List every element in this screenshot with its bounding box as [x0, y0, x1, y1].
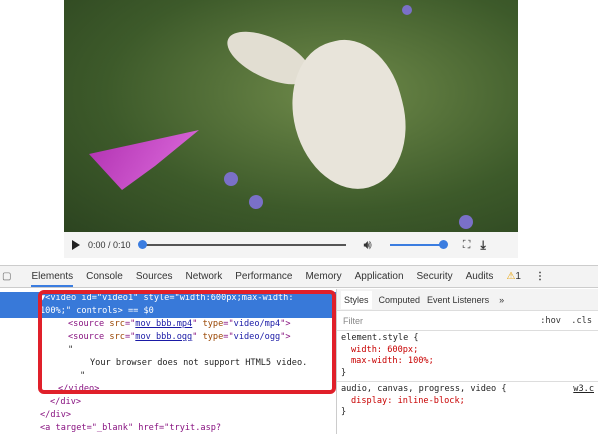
hov-button[interactable]: :hov [540, 316, 561, 326]
tree-node-a[interactable]: <a target="_blank" href="tryit.asp? [0, 422, 336, 435]
tab-memory[interactable]: Memory [305, 271, 341, 282]
tab-computed[interactable]: Computed [379, 295, 421, 305]
volume-slider[interactable] [389, 240, 448, 249]
tab-sources[interactable]: Sources [136, 271, 173, 282]
video-content [89, 130, 199, 190]
video-content [249, 195, 263, 209]
more-tabs-icon[interactable]: » [499, 295, 504, 305]
highlight-box [38, 290, 336, 394]
tab-performance[interactable]: Performance [235, 271, 292, 282]
tab-styles[interactable]: Styles [341, 290, 372, 309]
warning-icon[interactable]: ⚠1 [506, 271, 521, 282]
download-icon[interactable]: ⤓ [480, 238, 485, 253]
style-property[interactable]: display: inline-block; [341, 396, 594, 408]
video-frame[interactable] [64, 0, 518, 232]
time-display: 0:00 / 0:10 [88, 240, 131, 250]
style-property[interactable]: max-width: 100%; [341, 356, 594, 368]
tree-node-div-close[interactable]: </div> [0, 409, 336, 422]
tab-application[interactable]: Application [355, 271, 404, 282]
video-controls: 0:00 / 0:10 🔊︎ ⛶ ⤓ [64, 232, 518, 258]
video-content [224, 172, 238, 186]
style-rule-selector: audio, canvas, progress, video { [341, 384, 507, 394]
tab-console[interactable]: Console [86, 271, 123, 282]
fullscreen-icon[interactable]: ⛶ [463, 239, 471, 252]
style-rule-close: } [341, 407, 347, 417]
cls-button[interactable]: .cls [571, 316, 592, 326]
seek-slider[interactable] [137, 240, 346, 249]
more-menu-icon[interactable]: ⋮ [535, 271, 545, 282]
tab-event-listeners[interactable]: Event Listeners [427, 295, 489, 305]
video-content [459, 215, 473, 229]
video-content [402, 5, 412, 15]
tab-security[interactable]: Security [417, 271, 453, 282]
stylesheet-link[interactable]: w3.c [573, 384, 594, 396]
devtools-tabbar: ▢ Elements Console Sources Network Perfo… [0, 265, 598, 288]
tab-network[interactable]: Network [186, 271, 223, 282]
tab-elements[interactable]: Elements [31, 271, 74, 287]
play-icon[interactable] [72, 240, 80, 250]
style-rule-close: } [341, 367, 347, 378]
style-property[interactable]: width: 600px; [341, 345, 594, 357]
inspect-icon[interactable]: ▢ [2, 271, 11, 282]
volume-icon[interactable]: 🔊︎ [364, 237, 372, 253]
tree-node-div-close[interactable]: </div> [0, 396, 336, 409]
style-rule-selector: element.style { [341, 333, 419, 343]
styles-pane: Styles Computed Event Listeners » Filter… [336, 289, 598, 434]
tab-audits[interactable]: Audits [466, 271, 494, 282]
filter-input[interactable]: Filter [343, 316, 363, 326]
